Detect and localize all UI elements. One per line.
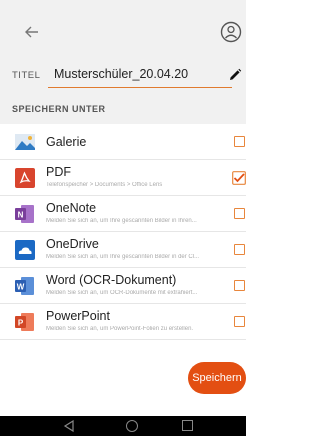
checkbox-checked-icon[interactable] [232, 171, 246, 185]
section-header: SPEICHERN UNTER [0, 94, 246, 124]
list-item-label: PDF [46, 165, 71, 179]
svg-text:W: W [17, 283, 25, 292]
nav-home-icon[interactable] [126, 420, 138, 432]
nav-back-icon[interactable] [62, 419, 76, 433]
account-circle-icon[interactable] [220, 21, 242, 43]
gallery-icon [15, 134, 35, 150]
nav-recent-apps-icon[interactable] [182, 420, 193, 431]
list-item-onenote[interactable]: N OneNote Melden Sie sich an, um Ihre ge… [0, 196, 246, 232]
top-app-bar [0, 0, 246, 60]
onenote-icon: N [15, 205, 34, 223]
title-input[interactable]: Musterschüler_20.04.20 [48, 64, 232, 88]
list-item-subtitle: Melden Sie sich an, um Ihre gescannten B… [46, 218, 197, 224]
list-item-label: Word (OCR-Dokument) [46, 273, 177, 287]
checkbox[interactable] [234, 280, 245, 291]
list-item-label: PowerPoint [46, 309, 110, 323]
checkbox[interactable] [234, 136, 245, 147]
list-item-powerpoint[interactable]: P PowerPoint Melden Sie sich an, um Powe… [0, 304, 246, 340]
svg-text:N: N [18, 211, 24, 220]
title-label: TITEL [12, 70, 41, 81]
checkbox[interactable] [234, 244, 245, 255]
list-item-subtitle: Melden Sie sich an, um PowerPoint-Folien… [46, 326, 194, 332]
powerpoint-icon: P [15, 313, 34, 331]
save-button[interactable]: Speichern [188, 362, 246, 394]
list-item-subtitle: Telefonspeicher > Documents > Office Len… [46, 182, 163, 188]
word-icon: W [15, 277, 34, 295]
list-item-word[interactable]: W Word (OCR-Dokument) Melden Sie sich an… [0, 268, 246, 304]
list-item-label: OneDrive [46, 237, 99, 251]
onedrive-icon [15, 240, 35, 260]
list-item-galerie[interactable]: Galerie [0, 124, 246, 160]
section-label: SPEICHERN UNTER [12, 104, 106, 114]
title-input-value: Musterschüler_20.04.20 [54, 67, 189, 81]
list-item-pdf[interactable]: PDF Telefonspeicher > Documents > Office… [0, 160, 246, 196]
list-item-subtitle: Melden Sie sich an, um Ihre gescannten B… [46, 254, 200, 260]
svg-text:P: P [18, 319, 24, 328]
pencil-icon[interactable] [228, 68, 242, 82]
list-item-label: Galerie [46, 135, 87, 149]
arrow-left-icon[interactable] [22, 22, 42, 42]
system-navigation-bar [0, 416, 246, 436]
list-item-subtitle: Melden Sie sich an, um OCR-Dokumente mit… [46, 290, 198, 296]
checkbox[interactable] [234, 316, 245, 327]
list-item-onedrive[interactable]: OneDrive Melden Sie sich an, um Ihre ges… [0, 232, 246, 268]
list-item-label: OneNote [46, 201, 97, 215]
title-row: TITEL Musterschüler_20.04.20 [0, 60, 246, 94]
checkbox[interactable] [234, 208, 245, 219]
pdf-icon [15, 168, 35, 188]
